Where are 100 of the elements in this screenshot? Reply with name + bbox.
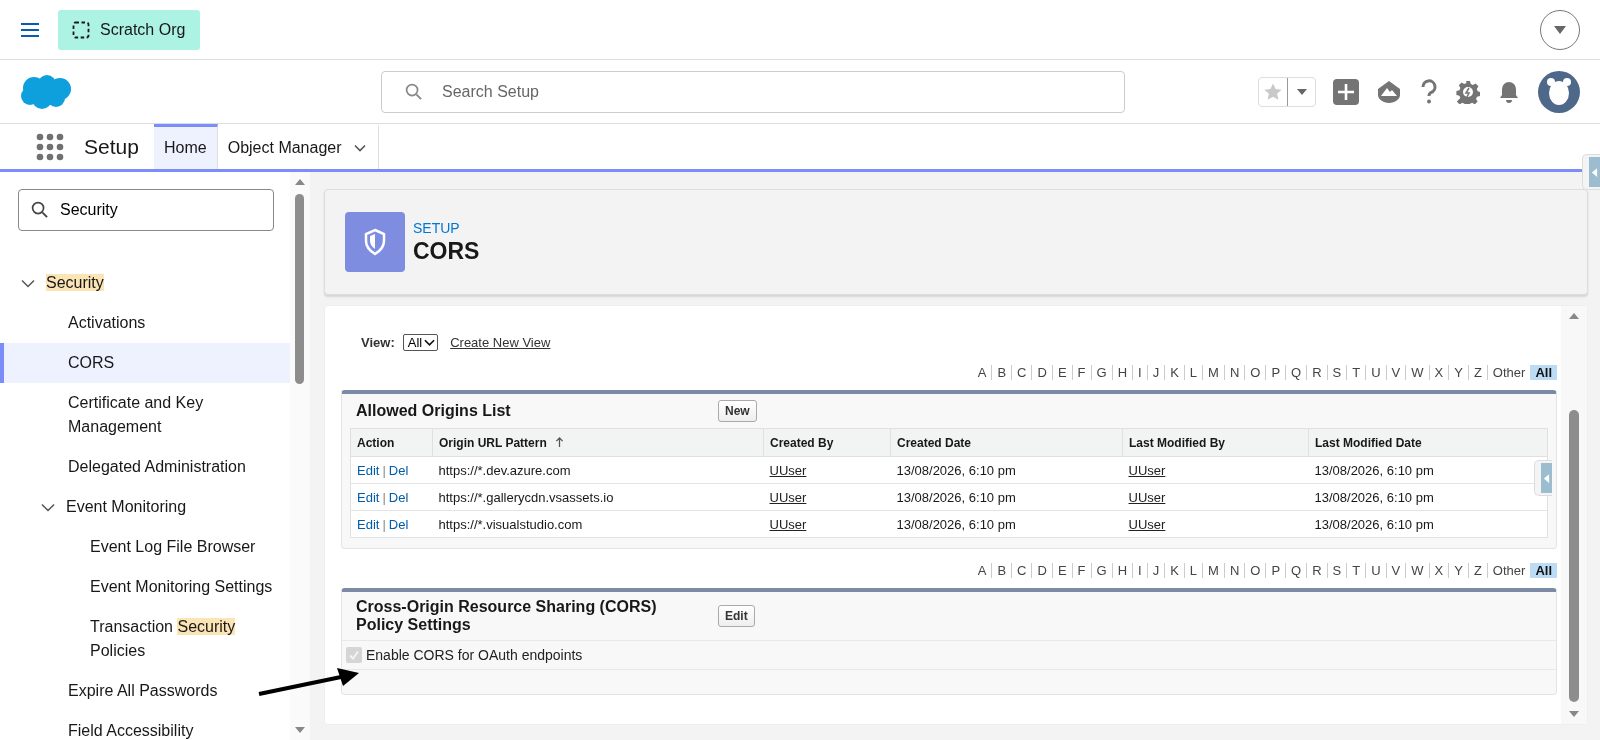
alphabet-filter-link[interactable]: Z	[1467, 563, 1487, 578]
tree-item-label[interactable]: CORS	[68, 351, 115, 375]
user-link[interactable]: UUser	[769, 489, 807, 505]
alphabet-filter-link[interactable]: T	[1346, 365, 1366, 380]
alphabet-filter-link[interactable]: A	[972, 563, 992, 578]
alphabet-filter-link[interactable]: C	[1011, 563, 1032, 578]
tree-item-label[interactable]: Activations	[68, 311, 146, 335]
alphabet-filter-link[interactable]: E	[1051, 365, 1072, 380]
alphabet-filter-link[interactable]: H	[1111, 563, 1132, 578]
tree-item[interactable]: Activations	[0, 303, 290, 343]
alphabet-filter-link[interactable]: S	[1326, 365, 1347, 380]
delete-link[interactable]: Del	[388, 516, 409, 532]
alphabet-filter-link[interactable]: J	[1146, 563, 1165, 578]
tree-item[interactable]: Transaction Security Policies	[0, 607, 290, 671]
tree-item[interactable]: Security	[0, 263, 290, 303]
alphabet-filter-link[interactable]: U	[1365, 365, 1386, 380]
alphabet-filter-link[interactable]: D	[1031, 365, 1052, 380]
alphabet-filter-link[interactable]: M	[1202, 365, 1224, 380]
user-link[interactable]: UUser	[1128, 462, 1166, 478]
avatar-icon[interactable]	[1538, 70, 1580, 113]
nav-tab[interactable]: Home	[154, 124, 218, 169]
alphabet-filter-link[interactable]: K	[1164, 365, 1184, 380]
alphabet-filter-link[interactable]: W	[1405, 563, 1429, 578]
alphabet-filter-link[interactable]: K	[1164, 563, 1184, 578]
column-header[interactable]: Last Modified Date	[1308, 428, 1548, 457]
user-link[interactable]: UUser	[769, 462, 807, 478]
new-button[interactable]: New	[718, 400, 757, 422]
column-header[interactable]: Origin URL Pattern	[432, 428, 764, 457]
tree-item-label[interactable]: Event Monitoring	[66, 495, 187, 519]
settings-icon[interactable]	[1456, 79, 1480, 104]
edit-link[interactable]: Edit	[357, 516, 380, 532]
alphabet-filter-link[interactable]: D	[1031, 563, 1052, 578]
alphabet-filter-link[interactable]: H	[1111, 365, 1132, 380]
alphabet-filter-link[interactable]: Y	[1448, 365, 1468, 380]
tree-item-label[interactable]: Expire All Passwords	[68, 679, 218, 703]
alphabet-filter-link[interactable]: P	[1265, 563, 1286, 578]
tree-item-label[interactable]: Event Monitoring Settings	[90, 575, 273, 599]
alphabet-filter-link[interactable]: O	[1244, 563, 1266, 578]
tree-item[interactable]: Event Monitoring Settings	[0, 567, 290, 607]
alphabet-filter-link[interactable]: R	[1306, 563, 1327, 578]
edit-link[interactable]: Edit	[357, 462, 380, 478]
alphabet-filter-link[interactable]: N	[1223, 365, 1245, 380]
alphabet-filter-link[interactable]: I	[1132, 563, 1147, 578]
scroll-up-icon[interactable]	[294, 178, 306, 186]
scroll-up-icon[interactable]	[1568, 312, 1580, 320]
column-header[interactable]: Created By	[763, 428, 891, 457]
alphabet-filter-link[interactable]: V	[1385, 563, 1406, 578]
delete-link[interactable]: Del	[388, 489, 409, 505]
alphabet-filter-link[interactable]: All	[1530, 563, 1557, 578]
scrollbar[interactable]	[1561, 306, 1587, 724]
tree-item[interactable]: Delegated Administration	[0, 447, 290, 487]
alphabet-filter-link[interactable]: L	[1183, 365, 1203, 380]
alphabet-filter-link[interactable]: Y	[1448, 563, 1468, 578]
view-select[interactable]: All	[402, 334, 439, 351]
alphabet-filter-link[interactable]: B	[991, 365, 1012, 380]
alphabet-filter-link[interactable]: F	[1071, 563, 1091, 578]
tree-item-label[interactable]: Transaction Security Policies	[90, 615, 280, 663]
alphabet-filter-link[interactable]: E	[1051, 563, 1072, 578]
alphabet-filter-link[interactable]: I	[1132, 365, 1147, 380]
alphabet-filter-link[interactable]: A	[972, 365, 992, 380]
tree-item-label[interactable]: Delegated Administration	[68, 455, 246, 479]
create-view-link[interactable]: Create New View	[450, 335, 551, 350]
column-header[interactable]: Last Modified By	[1122, 428, 1309, 457]
column-header[interactable]: Action	[350, 428, 433, 457]
bell-icon[interactable]	[1497, 79, 1521, 104]
alphabet-filter-link[interactable]: Q	[1285, 563, 1307, 578]
alphabet-filter-link[interactable]: S	[1326, 563, 1347, 578]
org-badge[interactable]: Scratch Org	[58, 9, 201, 50]
user-link[interactable]: UUser	[1128, 516, 1166, 532]
edit-button[interactable]: Edit	[718, 605, 755, 627]
user-link[interactable]: UUser	[769, 516, 807, 532]
tree-item[interactable]: Field Accessibility	[0, 711, 290, 740]
alphabet-filter-link[interactable]: W	[1405, 365, 1429, 380]
alphabet-filter-link[interactable]: B	[991, 563, 1012, 578]
alphabet-filter-link[interactable]: M	[1202, 563, 1224, 578]
column-header[interactable]: Created Date	[890, 428, 1123, 457]
help-icon[interactable]	[1419, 78, 1439, 105]
tree-item-label[interactable]: Certificate and Key Management	[68, 391, 280, 439]
edit-link[interactable]: Edit	[357, 489, 380, 505]
tree-item[interactable]: Expire All Passwords	[0, 671, 290, 711]
tree-item-label[interactable]: Event Log File Browser	[90, 535, 256, 559]
alphabet-filter-link[interactable]: R	[1306, 365, 1327, 380]
alphabet-filter-link[interactable]: L	[1183, 563, 1203, 578]
menu-icon[interactable]	[20, 21, 40, 38]
alphabet-filter-link[interactable]: All	[1530, 365, 1557, 380]
tree-item[interactable]: CORS	[0, 343, 290, 383]
alphabet-filter-link[interactable]: T	[1346, 563, 1366, 578]
dropdown-button[interactable]	[1540, 9, 1580, 50]
scrollbar-thumb[interactable]	[1569, 410, 1579, 702]
scroll-down-icon[interactable]	[294, 726, 306, 734]
app-launcher-icon[interactable]	[36, 132, 64, 161]
alphabet-filter-link[interactable]: U	[1365, 563, 1386, 578]
tree-item[interactable]: Event Monitoring	[0, 487, 290, 527]
alphabet-filter-link[interactable]: Z	[1467, 365, 1487, 380]
tree-item[interactable]: Event Log File Browser	[0, 527, 290, 567]
alphabet-filter-link[interactable]: X	[1428, 365, 1449, 380]
alphabet-filter-link[interactable]: N	[1223, 563, 1245, 578]
alphabet-filter-link[interactable]: Q	[1285, 365, 1307, 380]
scrollbar-thumb[interactable]	[295, 194, 304, 384]
quick-find-field[interactable]: Security	[18, 189, 274, 231]
